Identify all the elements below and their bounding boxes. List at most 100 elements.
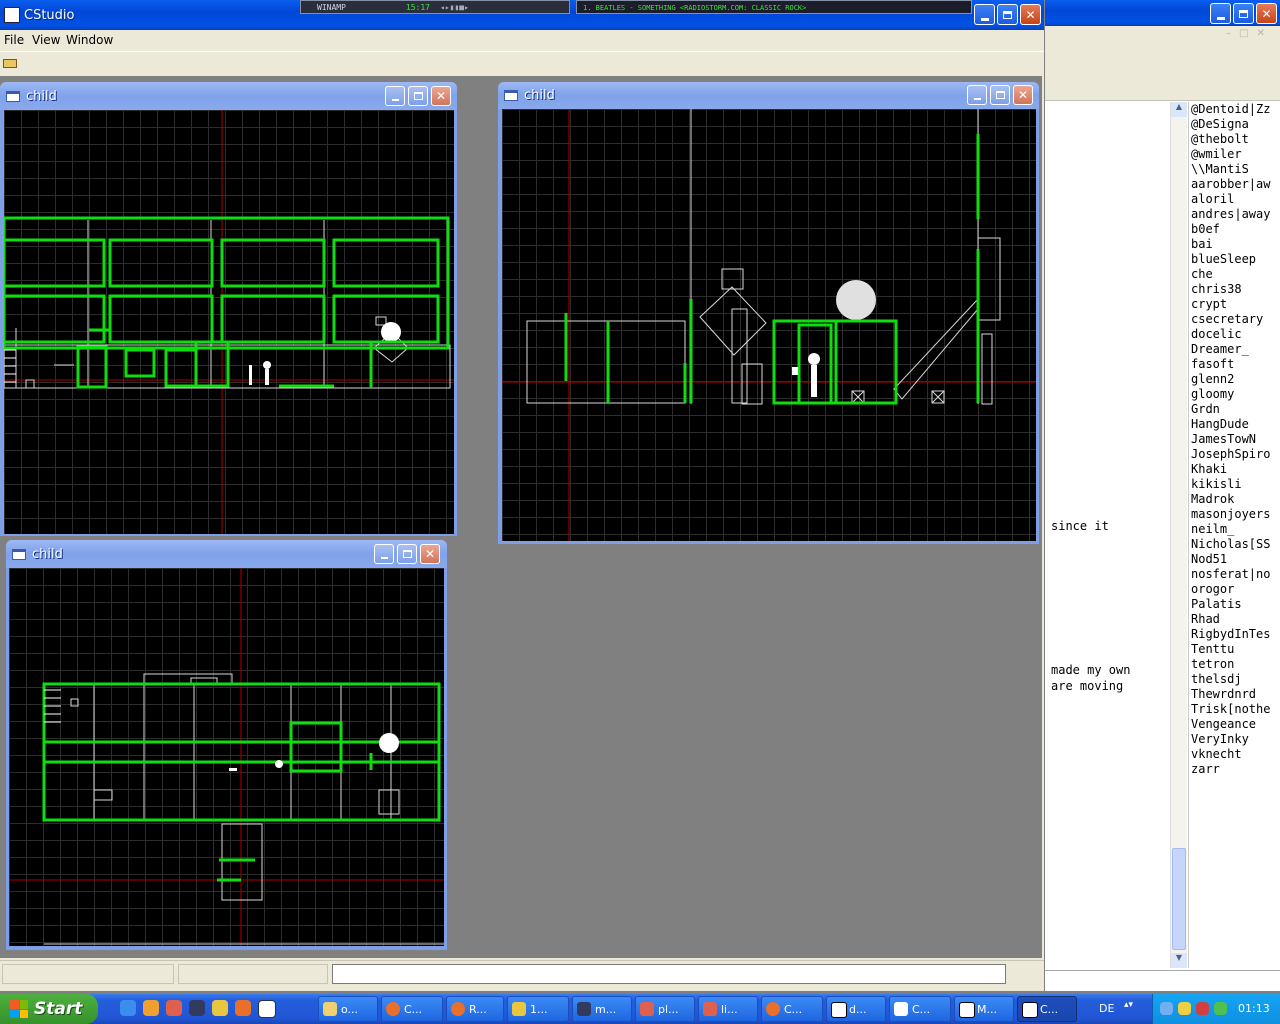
app-close-button[interactable]: ✕ — [1020, 4, 1041, 25]
nick-list-item[interactable]: docelic — [1191, 327, 1280, 342]
winamp-track[interactable]: 1. BEATLES - SOMETHING <RADIOSTORM.COM: … — [576, 0, 972, 14]
start-button[interactable]: Start — [0, 994, 98, 1024]
nick-list-item[interactable]: Nod51 — [1191, 552, 1280, 567]
child1-minimize-button[interactable] — [385, 86, 405, 106]
nick-list-item[interactable]: RigbydInTes — [1191, 627, 1280, 642]
child2-close-button[interactable]: ✕ — [1013, 85, 1033, 105]
nick-list-item[interactable]: gloomy — [1191, 387, 1280, 402]
nick-list-item[interactable]: zarr — [1191, 762, 1280, 777]
nick-list-item[interactable]: tetron — [1191, 657, 1280, 672]
nick-list-item[interactable]: b0ef — [1191, 222, 1280, 237]
tray-network-icon[interactable] — [1160, 1002, 1173, 1015]
task-button-11[interactable]: M... — [954, 996, 1014, 1022]
task-button-4[interactable]: 1... — [507, 996, 569, 1022]
nick-list-item[interactable]: Khaki — [1191, 462, 1280, 477]
quicklaunch-firefox-icon[interactable] — [235, 1000, 251, 1016]
nick-list-item[interactable]: thelsdj — [1191, 672, 1280, 687]
task-button-2[interactable]: C... — [381, 996, 443, 1022]
nick-list-item[interactable]: Vengeance — [1191, 717, 1280, 732]
winamp-bar[interactable]: WINAMP 15:17 ◂▸▮▮■▸ — [300, 0, 570, 14]
winamp-controls[interactable]: ◂▸▮▮■▸ — [440, 3, 469, 12]
nick-list-item[interactable]: orogor — [1191, 582, 1280, 597]
nick-list-item[interactable]: vknecht — [1191, 747, 1280, 762]
quicklaunch-media-icon[interactable] — [143, 1000, 159, 1016]
quicklaunch-winamp-icon[interactable] — [189, 1000, 205, 1016]
app-minimize-button[interactable] — [974, 4, 995, 25]
quicklaunch-ie-icon[interactable] — [120, 1000, 136, 1016]
child2-titlebar[interactable]: child — [498, 82, 1039, 109]
tray-app-icon[interactable] — [1214, 1002, 1227, 1015]
irc-restore-button[interactable] — [1233, 3, 1254, 24]
language-switch-icon[interactable]: ▴▾ — [1124, 1000, 1134, 1016]
viewport-top[interactable] — [9, 568, 444, 946]
tray-volume-icon[interactable] — [1196, 1002, 1209, 1015]
nick-list-item[interactable]: Thewrdnrd — [1191, 687, 1280, 702]
child2-maximize-button[interactable] — [990, 85, 1010, 105]
nick-list-item[interactable]: nosferat|no — [1191, 567, 1280, 582]
task-button-1[interactable]: o... — [318, 996, 378, 1022]
child1-close-button[interactable]: ✕ — [431, 86, 451, 106]
nick-list-item[interactable]: @thebolt — [1191, 132, 1280, 147]
child3-maximize-button[interactable] — [397, 544, 417, 564]
child3-minimize-button[interactable] — [374, 544, 394, 564]
nick-list-item[interactable]: @DeSigna — [1191, 117, 1280, 132]
nick-list-item[interactable]: andres|away — [1191, 207, 1280, 222]
task-button-8[interactable]: C... — [761, 996, 823, 1022]
nick-list-item[interactable]: bai — [1191, 237, 1280, 252]
menu-view[interactable]: View — [32, 33, 60, 47]
irc-close-button[interactable]: ✕ — [1256, 3, 1277, 24]
task-button-5[interactable]: m... — [572, 996, 632, 1022]
nick-list-item[interactable]: che — [1191, 267, 1280, 282]
menu-file[interactable]: File — [4, 33, 24, 47]
nick-list-item[interactable]: @Dentoid|Zz — [1191, 102, 1280, 117]
viewport-side[interactable] — [4, 110, 454, 534]
nick-list-item[interactable]: Madrok — [1191, 492, 1280, 507]
task-button-6[interactable]: pl... — [635, 996, 695, 1022]
nick-list[interactable]: @Dentoid|Zz @DeSigna @thebolt @wmiler \\Mant… — [1188, 102, 1280, 968]
nick-list-item[interactable]: @wmiler — [1191, 147, 1280, 162]
task-button-12-active[interactable]: C... — [1017, 996, 1077, 1022]
nick-list-item[interactable]: \\MantiS — [1191, 162, 1280, 177]
nick-list-item[interactable]: neilm_ — [1191, 522, 1280, 537]
nick-list-item[interactable]: Trisk[nothe — [1191, 702, 1280, 717]
nick-list-item[interactable]: Nicholas[SS — [1191, 537, 1280, 552]
nick-list-item[interactable]: masonjoyers — [1191, 507, 1280, 522]
child2-minimize-button[interactable] — [967, 85, 987, 105]
task-button-7[interactable]: li... — [698, 996, 758, 1022]
irc-input[interactable] — [1045, 970, 1280, 991]
nick-list-item[interactable]: kikisli — [1191, 477, 1280, 492]
scroll-down-button[interactable]: ▼ — [1171, 953, 1187, 968]
viewport-front[interactable] — [502, 109, 1036, 541]
menu-window[interactable]: Window — [66, 33, 113, 47]
nick-list-item[interactable]: crypt — [1191, 297, 1280, 312]
nick-list-item[interactable]: VeryInky — [1191, 732, 1280, 747]
child3-close-button[interactable]: ✕ — [420, 544, 440, 564]
quicklaunch-paint-icon[interactable] — [166, 1000, 182, 1016]
clock[interactable]: 01:13 — [1238, 1002, 1270, 1015]
nick-list-item[interactable]: csecretary — [1191, 312, 1280, 327]
nick-list-item[interactable]: Rhad — [1191, 612, 1280, 627]
app-maximize-button[interactable] — [997, 4, 1018, 25]
nick-list-item[interactable]: glenn2 — [1191, 372, 1280, 387]
quicklaunch-window-icon[interactable] — [258, 1000, 276, 1018]
nick-list-item[interactable]: fasoft — [1191, 357, 1280, 372]
nick-list-item[interactable]: aarobber|aw — [1191, 177, 1280, 192]
quicklaunch-edit-icon[interactable] — [212, 1000, 228, 1016]
nick-list-item[interactable]: JosephSpiro — [1191, 447, 1280, 462]
chat-scrollbar[interactable]: ▲ ▼ — [1170, 102, 1187, 968]
task-button-3[interactable]: R... — [446, 996, 504, 1022]
irc-minimize-button[interactable] — [1210, 3, 1231, 24]
nick-list-item[interactable]: aloril — [1191, 192, 1280, 207]
nick-list-item[interactable]: HangDude — [1191, 417, 1280, 432]
language-indicator[interactable]: DE — [1099, 1002, 1114, 1015]
nick-list-item[interactable]: Grdn — [1191, 402, 1280, 417]
task-button-10[interactable]: C... — [889, 996, 951, 1022]
nick-list-item[interactable]: Dreamer_ — [1191, 342, 1280, 357]
tray-security-icon[interactable] — [1178, 1002, 1191, 1015]
nick-list-item[interactable]: JamesTowN — [1191, 432, 1280, 447]
nick-list-item[interactable]: Tenttu — [1191, 642, 1280, 657]
nick-list-item[interactable]: chris38 — [1191, 282, 1280, 297]
irc-mdi-controls[interactable]: –□✕ — [1226, 28, 1273, 39]
scroll-thumb[interactable] — [1172, 848, 1186, 950]
nick-list-item[interactable]: blueSleep — [1191, 252, 1280, 267]
